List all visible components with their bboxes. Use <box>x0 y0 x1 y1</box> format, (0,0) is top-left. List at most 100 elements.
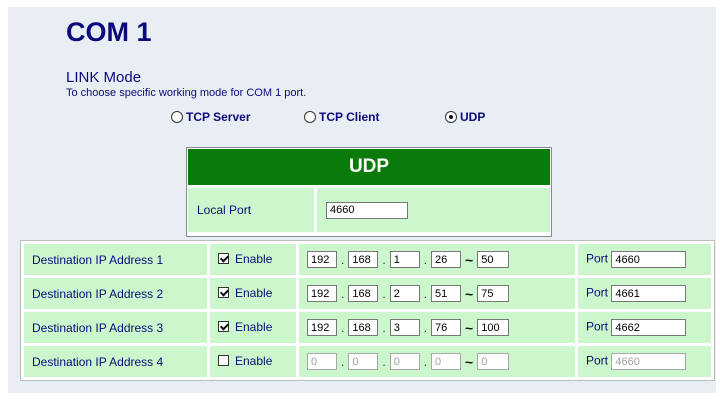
enable-cell: Enable <box>210 278 296 309</box>
ip-range-group: ... ~ <box>307 353 567 370</box>
local-port-label: Local Port <box>197 203 252 217</box>
ip-range-end[interactable] <box>477 319 510 336</box>
port-label: Port <box>586 319 609 334</box>
mode-selector: TCP Server TCP Client UDP <box>8 110 708 132</box>
enable-cell: Enable <box>210 312 296 343</box>
mode-tcp-client-label: TCP Client <box>319 110 380 124</box>
port-input[interactable] <box>611 319 687 336</box>
port-input[interactable] <box>611 251 687 268</box>
destination-label-cell: Destination IP Address 4 <box>24 346 207 377</box>
ip-dot: . <box>382 354 386 369</box>
ip-range-end[interactable] <box>477 251 510 268</box>
port-label: Port <box>586 251 609 266</box>
ip-octet-1[interactable] <box>307 353 337 370</box>
range-tilde: ~ <box>465 353 474 370</box>
local-port-label-cell: Local Port <box>188 188 314 232</box>
ip-dot: . <box>341 354 345 369</box>
ip-octet-2[interactable] <box>348 319 379 336</box>
udp-header: UDP <box>188 149 550 185</box>
enable-checkbox[interactable]: Enable <box>218 286 272 300</box>
enable-label: Enable <box>235 285 273 300</box>
destination-label-cell: Destination IP Address 1 <box>24 244 207 275</box>
radio-udp[interactable] <box>445 111 457 123</box>
local-port-input-cell <box>317 188 550 232</box>
ip-range-group: ... ~ <box>307 285 567 302</box>
ip-octet-1[interactable] <box>307 319 337 336</box>
destination-label: Destination IP Address 3 <box>32 320 164 335</box>
ip-dot: . <box>341 252 345 267</box>
local-port-input[interactable] <box>326 201 408 219</box>
ip-octet-3[interactable] <box>389 319 420 336</box>
checkbox-icon[interactable] <box>218 321 229 333</box>
enable-label: Enable <box>235 353 273 368</box>
ip-dot: . <box>382 320 386 335</box>
ip-octet-3[interactable] <box>389 353 420 370</box>
port-label: Port <box>586 285 609 300</box>
ip-octet-4[interactable] <box>431 353 462 370</box>
ip-cell: ... ~ <box>299 312 575 343</box>
enable-cell: Enable <box>210 244 296 275</box>
port-label: Port <box>586 353 609 368</box>
range-tilde: ~ <box>465 319 474 336</box>
page-panel: COM 1 LINK Mode To choose specific worki… <box>8 7 716 393</box>
port-input[interactable] <box>611 285 687 302</box>
destination-label: Destination IP Address 2 <box>32 286 164 301</box>
page-title: COM 1 <box>66 17 152 47</box>
destination-label: Destination IP Address 1 <box>32 252 164 267</box>
ip-octet-2[interactable] <box>348 251 379 268</box>
ip-octet-2[interactable] <box>348 353 379 370</box>
destination-label-cell: Destination IP Address 2 <box>24 278 207 309</box>
ip-range-end[interactable] <box>477 353 510 370</box>
radio-tcp-client[interactable] <box>304 111 316 123</box>
enable-label: Enable <box>235 251 273 266</box>
enable-label: Enable <box>235 319 273 334</box>
ip-dot: . <box>423 252 428 267</box>
ip-octet-4[interactable] <box>431 319 462 336</box>
mode-tcp-server-label: TCP Server <box>186 110 251 124</box>
ip-dot: . <box>423 286 428 301</box>
enable-checkbox[interactable]: Enable <box>218 354 272 368</box>
checkbox-icon[interactable] <box>218 355 229 367</box>
checkbox-icon[interactable] <box>218 287 229 299</box>
enable-cell: Enable <box>210 346 296 377</box>
ip-range-group: ... ~ <box>307 319 567 336</box>
port-input[interactable] <box>611 353 687 370</box>
enable-checkbox[interactable]: Enable <box>218 252 272 266</box>
link-mode-description: To choose specific working mode for COM … <box>66 87 307 99</box>
range-tilde: ~ <box>465 251 474 268</box>
ip-octet-4[interactable] <box>431 285 462 302</box>
enable-checkbox[interactable]: Enable <box>218 320 272 334</box>
ip-octet-3[interactable] <box>389 285 420 302</box>
ip-dot: . <box>423 320 428 335</box>
port-cell: Port <box>578 244 711 275</box>
mode-tcp-server[interactable]: TCP Server <box>171 110 250 124</box>
destination-row: Destination IP Address 1 Enable... ~ Port <box>24 244 711 275</box>
checkbox-icon[interactable] <box>218 253 229 265</box>
ip-cell: ... ~ <box>299 244 575 275</box>
port-cell: Port <box>578 346 711 377</box>
ip-dot: . <box>423 354 428 369</box>
destination-row: Destination IP Address 4 Enable... ~ Port <box>24 346 711 377</box>
ip-octet-4[interactable] <box>431 251 462 268</box>
destination-row: Destination IP Address 3 Enable... ~ Port <box>24 312 711 343</box>
destination-table: Destination IP Address 1 Enable... ~ Port D… <box>20 240 715 381</box>
port-cell: Port <box>578 312 711 343</box>
ip-octet-1[interactable] <box>307 251 337 268</box>
ip-cell: ... ~ <box>299 346 575 377</box>
ip-range-end[interactable] <box>477 285 510 302</box>
ip-octet-3[interactable] <box>389 251 420 268</box>
ip-octet-2[interactable] <box>348 285 379 302</box>
ip-octet-1[interactable] <box>307 285 337 302</box>
ip-dot: . <box>382 252 386 267</box>
destination-label-cell: Destination IP Address 3 <box>24 312 207 343</box>
udp-settings-box: UDP Local Port <box>186 147 552 237</box>
ip-dot: . <box>382 286 386 301</box>
destination-row: Destination IP Address 2 Enable ... ~ Port <box>24 278 711 309</box>
destination-label: Destination IP Address 4 <box>32 354 164 369</box>
ip-range-group: ... ~ <box>307 251 567 268</box>
mode-udp-label: UDP <box>460 110 486 124</box>
mode-tcp-client[interactable]: TCP Client <box>304 110 379 124</box>
mode-udp[interactable]: UDP <box>445 110 485 124</box>
link-mode-heading: LINK Mode <box>66 69 142 86</box>
radio-tcp-server[interactable] <box>171 111 183 123</box>
